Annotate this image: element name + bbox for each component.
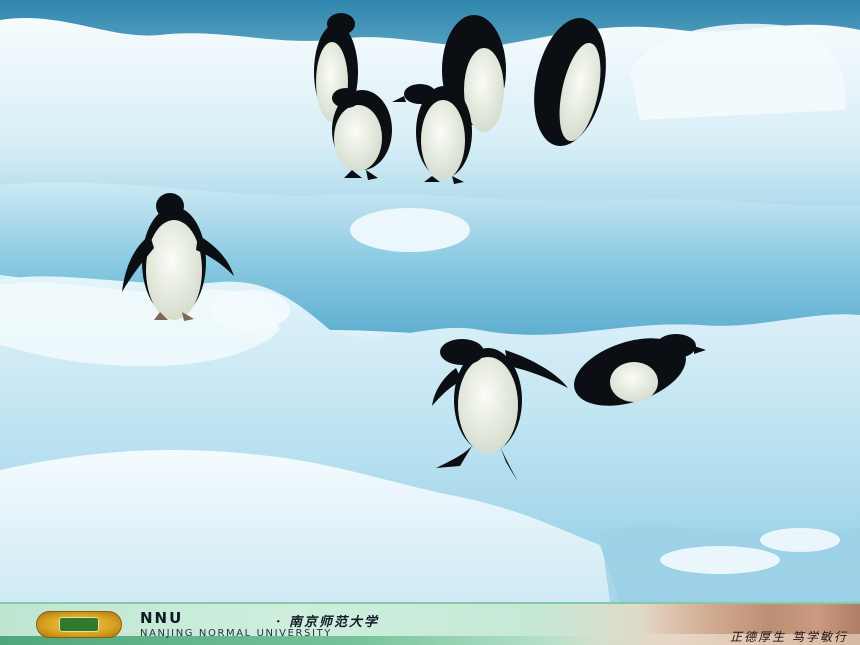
brand-abbrev: NNU [140, 609, 184, 627]
brand-english-name: NANJING NORMAL UNIVERSITY [140, 628, 332, 639]
penguin-ice-photo [0, 0, 860, 602]
footer-banner: NNU · 南京师范大学 NANJING NORMAL UNIVERSITY 正… [0, 602, 860, 645]
university-logo-icon [36, 611, 122, 638]
university-motto: 正德厚生 笃学敏行 [730, 630, 848, 644]
